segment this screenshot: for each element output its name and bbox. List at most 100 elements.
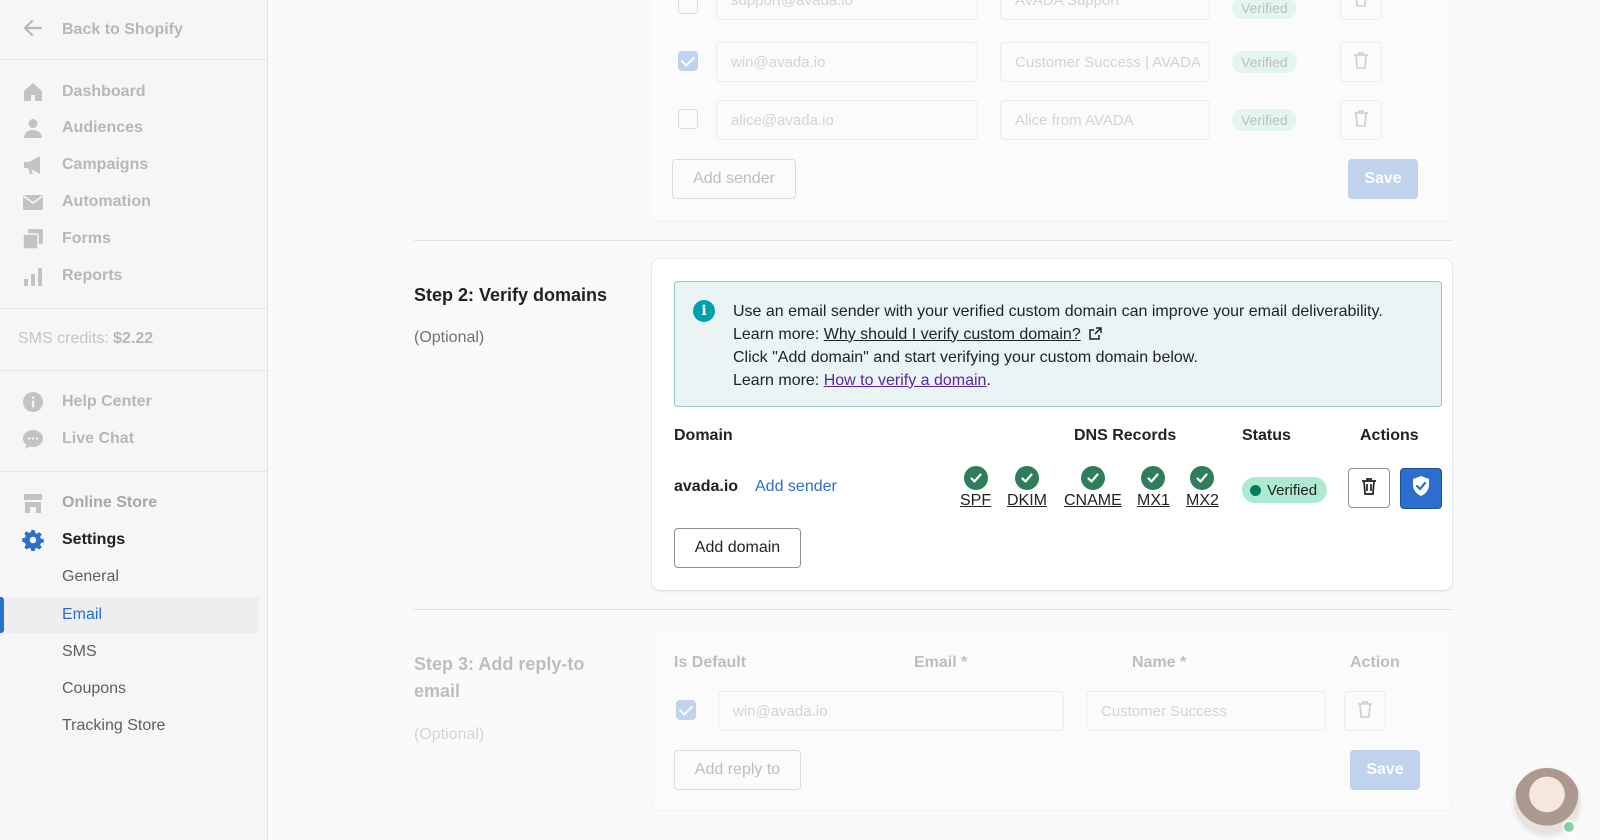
- sub-nav-email[interactable]: Email: [62, 603, 102, 627]
- shield-check-icon: [1411, 475, 1431, 502]
- delete-domain-button[interactable]: [1348, 468, 1390, 508]
- add-sender-button[interactable]: Add sender: [672, 159, 796, 199]
- step2-subtitle: (Optional): [414, 329, 485, 346]
- divider: [0, 471, 268, 472]
- sender-default-checkbox[interactable]: [678, 0, 698, 14]
- nav-settings[interactable]: Settings: [22, 527, 125, 553]
- sender-status-badge: Verified: [1232, 51, 1297, 73]
- nav-forms[interactable]: Forms: [22, 226, 111, 252]
- add-sender-link[interactable]: Add sender: [755, 478, 837, 496]
- nav-help-center[interactable]: Help Center: [22, 389, 152, 415]
- nav-label: Help Center: [62, 393, 152, 410]
- status-column-header: Status: [1242, 427, 1291, 444]
- main-content: support@avada.io AVADA Support Verified …: [268, 0, 1600, 840]
- delete-reply-to-button[interactable]: [1344, 691, 1386, 731]
- sub-nav-tracking-store[interactable]: Tracking Store: [62, 714, 165, 738]
- arrow-left-icon: [22, 17, 44, 44]
- forms-icon: [22, 228, 44, 250]
- dns-record-mx2[interactable]: MX2: [1186, 466, 1219, 510]
- nav-label: Audiences: [62, 119, 143, 136]
- how-to-verify-link[interactable]: How to verify a domain: [824, 372, 987, 389]
- reply-to-card: Is Default Email * Name * Action win@ava…: [652, 630, 1452, 810]
- back-to-shopify-link[interactable]: Back to Shopify: [22, 18, 183, 42]
- delete-sender-button[interactable]: [1340, 0, 1382, 20]
- sub-nav-general[interactable]: General: [62, 565, 119, 589]
- nav-online-store[interactable]: Online Store: [22, 490, 157, 516]
- online-status-dot: [1562, 820, 1576, 834]
- nav-automation[interactable]: Automation: [22, 189, 151, 215]
- info-icon: [22, 391, 44, 413]
- banner-line: Click "Add domain" and start verifying y…: [733, 349, 1198, 366]
- action-column-header: Action: [1350, 654, 1400, 671]
- step2-title: Step 2: Verify domains: [414, 285, 608, 305]
- add-reply-to-button[interactable]: Add reply to: [674, 750, 801, 790]
- check-circle-icon: [963, 466, 988, 490]
- domain-name: avada.io: [674, 478, 739, 495]
- reply-to-default-checkbox[interactable]: [676, 700, 696, 720]
- bar-chart-icon: [22, 265, 44, 287]
- chat-icon: [22, 428, 44, 450]
- divider: [414, 609, 1452, 610]
- sms-credits-value: $2.22: [113, 330, 154, 347]
- email-column-header: Email *: [914, 654, 968, 671]
- nav-label: Forms: [62, 230, 111, 247]
- sender-default-checkbox[interactable]: [678, 109, 698, 129]
- sender-name-field[interactable]: AVADA Support: [1000, 0, 1210, 20]
- active-item-indicator: [0, 597, 4, 633]
- sender-email-field[interactable]: alice@avada.io: [716, 100, 978, 140]
- person-icon: [22, 117, 44, 139]
- sub-nav-sms[interactable]: SMS: [62, 640, 97, 664]
- back-label: Back to Shopify: [62, 21, 183, 38]
- store-icon: [22, 492, 44, 514]
- dns-record-mx1[interactable]: MX1: [1137, 466, 1170, 510]
- dns-record-spf[interactable]: SPF: [960, 466, 991, 510]
- nav-label: Campaigns: [62, 156, 149, 173]
- save-reply-to-button[interactable]: Save: [1350, 750, 1420, 790]
- verify-domain-button[interactable]: [1400, 468, 1442, 509]
- nav-audiences[interactable]: Audiences: [22, 115, 143, 141]
- sender-name-field[interactable]: Alice from AVADA: [1000, 100, 1210, 140]
- external-link-icon: [1089, 325, 1102, 348]
- why-verify-link[interactable]: Why should I verify custom domain?: [824, 326, 1081, 343]
- trash-icon: [1353, 109, 1369, 132]
- sub-nav-coupons[interactable]: Coupons: [62, 677, 126, 701]
- banner-line: Use an email sender with your verified c…: [733, 303, 1383, 320]
- divider: [0, 308, 268, 309]
- nav-label: Dashboard: [62, 83, 146, 100]
- save-senders-button[interactable]: Save: [1348, 159, 1418, 199]
- envelope-icon: [22, 191, 44, 213]
- delete-sender-button[interactable]: [1340, 42, 1382, 82]
- divider: [0, 370, 268, 371]
- sender-email-field[interactable]: support@avada.io: [716, 0, 978, 20]
- status-dot-icon: [1250, 484, 1261, 496]
- reply-to-email-field[interactable]: win@avada.io: [718, 691, 1064, 731]
- check-circle-icon: [1141, 466, 1166, 490]
- dns-record-dkim[interactable]: DKIM: [1007, 466, 1047, 510]
- nav-live-chat[interactable]: Live Chat: [22, 426, 134, 452]
- sender-email-field[interactable]: win@avada.io: [716, 42, 978, 82]
- nav-label: Reports: [62, 267, 123, 284]
- sender-name-field[interactable]: Customer Success | AVADA: [1000, 42, 1210, 82]
- info-icon: i: [693, 300, 715, 322]
- actions-column-header: Actions: [1360, 427, 1419, 444]
- add-domain-button[interactable]: Add domain: [674, 528, 801, 568]
- nav-reports[interactable]: Reports: [22, 263, 122, 289]
- trash-icon: [1353, 51, 1369, 74]
- check-circle-icon: [1190, 466, 1215, 490]
- sender-default-checkbox[interactable]: [678, 51, 698, 71]
- trash-icon: [1357, 700, 1373, 723]
- nav-campaigns[interactable]: Campaigns: [22, 152, 148, 178]
- nav-dashboard[interactable]: Dashboard: [22, 79, 146, 105]
- reply-to-name-field[interactable]: Customer Success: [1086, 691, 1326, 731]
- banner-line: Learn more: Why should I verify custom d…: [733, 324, 1383, 348]
- dns-record-cname[interactable]: CNAME: [1064, 466, 1122, 510]
- delete-sender-button[interactable]: [1340, 100, 1382, 140]
- trash-icon: [1361, 477, 1377, 500]
- divider: [414, 240, 1452, 241]
- sender-card: support@avada.io AVADA Support Verified …: [650, 0, 1452, 221]
- step3-title: Step 3: Add reply-to email: [414, 654, 585, 701]
- sms-credits: SMS credits: $2.22: [18, 330, 154, 347]
- sender-status-badge: Verified: [1232, 0, 1297, 19]
- info-banner: i Use an email sender with your verified…: [674, 281, 1442, 407]
- sender-status-badge: Verified: [1232, 109, 1297, 131]
